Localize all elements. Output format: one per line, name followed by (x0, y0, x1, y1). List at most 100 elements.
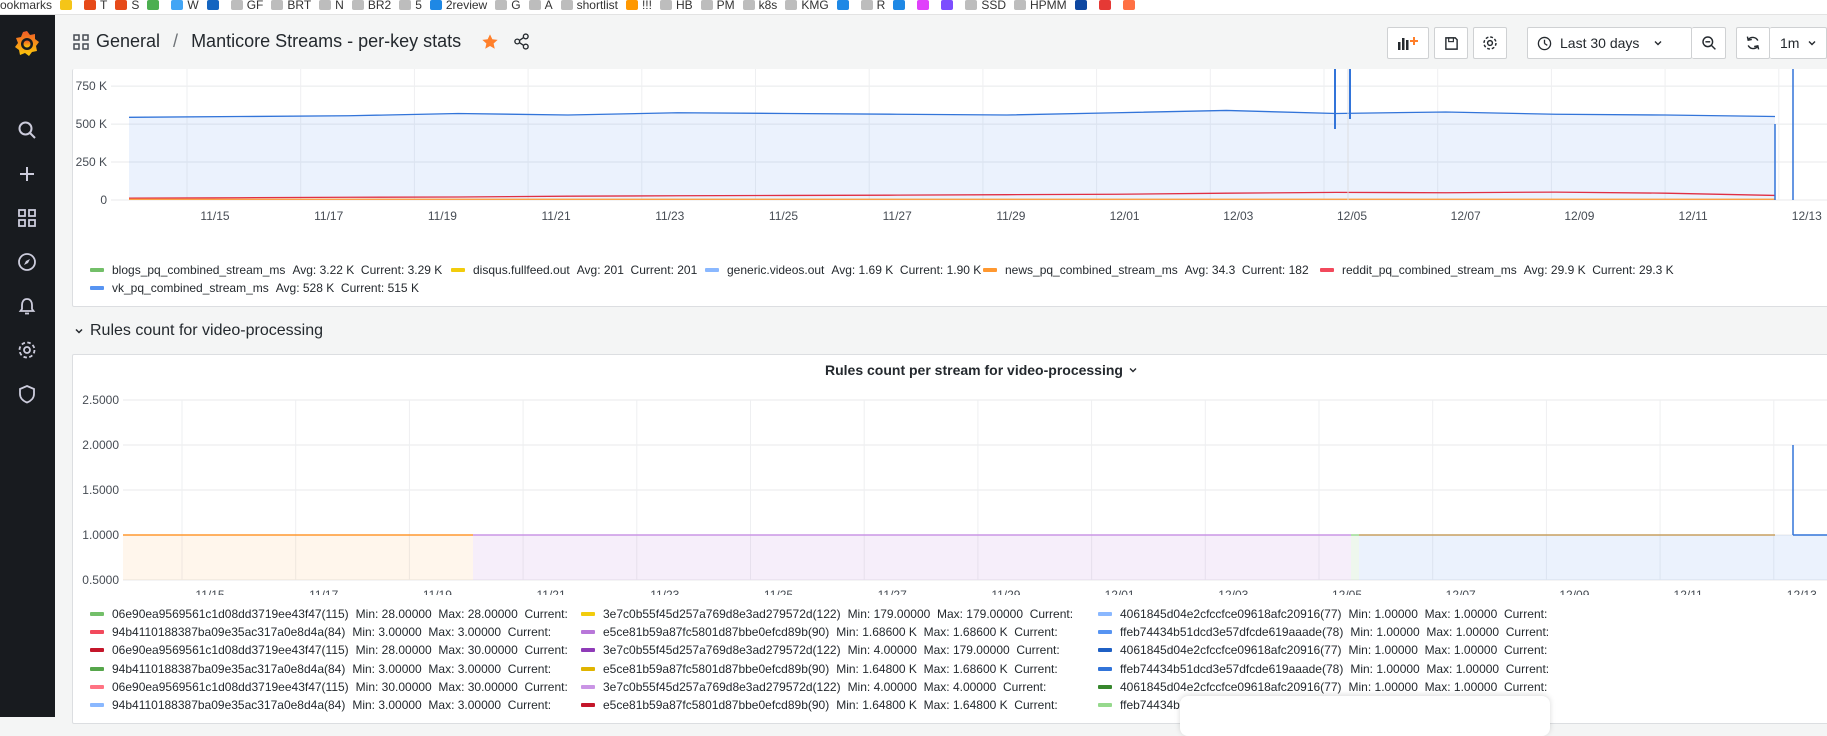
shield-icon[interactable] (13, 380, 41, 408)
bookmark-item[interactable]: PM (700, 0, 735, 11)
legend-item[interactable]: vk_pq_combined_stream_ms Avg: 528 K Curre… (90, 281, 419, 295)
bookmark-label: G (511, 0, 521, 12)
legend-swatch (90, 684, 104, 689)
refresh-button[interactable] (1736, 27, 1770, 59)
legend-item[interactable]: 94b4110188387ba09e35ac317a0e8d4a(84) Min:… (90, 662, 551, 676)
legend-swatch (581, 684, 595, 689)
plus-icon[interactable] (13, 160, 41, 188)
explore-icon[interactable] (13, 248, 41, 276)
bookmark-item[interactable] (941, 0, 957, 11)
grafana-logo-icon[interactable] (12, 29, 42, 59)
refresh-interval-picker[interactable]: 1m (1770, 27, 1827, 59)
bookmark-label: R (876, 0, 886, 12)
legend-series-stats: Min: 28.00000 Max: 28.00000 Current: (355, 607, 568, 621)
x-tick-label: 11/23 (650, 588, 679, 595)
legend-item[interactable]: disqus.fullfeed.out Avg: 201 Current: 201 (451, 263, 697, 277)
y-tick-label: 0 (100, 193, 107, 207)
bookmark-item[interactable] (917, 0, 933, 11)
bookmark-label: T (100, 0, 108, 12)
legend-swatch (90, 286, 104, 290)
legend-item[interactable]: 06e90ea9569561c1d08dd3719ee43f47(115) Min… (90, 607, 568, 621)
bookmark-icon (1122, 0, 1135, 10)
bookmark-item[interactable]: T (84, 0, 107, 11)
bookmark-label: S (131, 0, 140, 12)
legend-item[interactable]: blogs_pq_combined_stream_ms Avg: 3.22 K C… (90, 263, 442, 277)
bookmark-icon (60, 0, 73, 10)
dashboard-title[interactable]: Manticore Streams - per-key stats (191, 31, 461, 52)
bookmark-item[interactable]: HPMM (1014, 0, 1067, 11)
breadcrumb-folder-link[interactable]: General (96, 31, 160, 52)
settings-icon[interactable] (13, 336, 41, 364)
bookmark-label: HB (675, 0, 693, 12)
legend-item[interactable]: 3e7c0b55f45d257a769d8e3ad279572d(122) Min… (581, 607, 1073, 621)
bookmark-item[interactable]: A (528, 0, 553, 11)
legend-item[interactable]: e5ce81b59a87fc5801d87bbe0efcd89b(90) Min:… (581, 662, 1058, 676)
legend-item[interactable]: 3e7c0b55f45d257a769d8e3ad279572d(122) Min… (581, 643, 1060, 657)
legend-item[interactable]: 94b4110188387ba09e35ac317a0e8d4a(84) Min:… (90, 698, 551, 712)
bookmark-icon (429, 0, 442, 10)
legend-item[interactable]: e5ce81b59a87fc5801d87bbe0efcd89b(90) Min:… (581, 625, 1058, 639)
legend-item[interactable]: e5ce81b59a87fc5801d87bbe0efcd89b(90) Min:… (581, 698, 1058, 712)
legend-item[interactable]: news_pq_combined_stream_ms Avg: 34.3 Curr… (983, 263, 1309, 277)
time-range-label: Last 30 days (1560, 35, 1640, 51)
bookmark-item[interactable] (893, 0, 909, 11)
legend-item[interactable]: 06e90ea9569561c1d08dd3719ee43f47(115) Min… (90, 680, 568, 694)
legend-item[interactable]: 3e7c0b55f45d257a769d8e3ad279572d(122) Min… (581, 680, 1046, 694)
legend-series-name: e5ce81b59a87fc5801d87bbe0efcd89b(90) (603, 661, 830, 676)
bookmark-icon (917, 0, 930, 10)
bookmark-item[interactable]: 5 (399, 0, 422, 11)
share-icon[interactable] (513, 33, 530, 50)
alerting-icon[interactable] (13, 292, 41, 320)
bookmark-item[interactable] (1122, 0, 1139, 11)
streams-graph: 750 K 500 K 250 K 0 11/15 11/17 11/19 11/21 11/2… (76, 69, 1827, 223)
search-icon[interactable] (13, 116, 41, 144)
bookmark-item[interactable] (836, 0, 853, 11)
legend-item[interactable]: 94b4110188387ba09e35ac317a0e8d4a(84) Min:… (90, 625, 551, 639)
bookmark-item[interactable]: ookmarks (0, 0, 52, 11)
legend-item[interactable]: ffeb74434b51dcd3e57dfcde619aaade(78) Min:… (1098, 625, 1549, 639)
time-range-picker[interactable]: Last 30 days (1527, 27, 1692, 59)
bookmark-icon (84, 0, 97, 10)
legend-item[interactable]: ffeb74434b51dcd3e57dfcde619aaade(78) Min:… (1098, 662, 1549, 676)
y-tick-label: 1.0000 (82, 528, 119, 542)
bookmark-item[interactable] (206, 0, 223, 11)
bookmark-item[interactable]: SSD (965, 0, 1006, 11)
bookmark-item[interactable]: HB (659, 0, 693, 12)
bookmark-item[interactable]: BRT (271, 0, 311, 11)
bookmark-item[interactable] (60, 0, 76, 11)
legend-item[interactable]: reddit_pq_combined_stream_ms Avg: 29.9 K … (1320, 263, 1674, 277)
bookmark-item[interactable]: !!! (625, 0, 652, 11)
bookmark-item[interactable]: W (171, 0, 199, 11)
legend-item[interactable]: generic.videos.out Avg: 1.69 K Current: 1… (705, 263, 981, 277)
bookmark-item[interactable]: G (495, 0, 521, 12)
bookmark-item[interactable]: k8s (742, 0, 777, 11)
bookmark-item[interactable] (1098, 0, 1115, 11)
legend-swatch (581, 612, 595, 616)
add-panel-button[interactable] (1387, 27, 1429, 59)
bookmark-item[interactable] (1074, 0, 1091, 11)
bookmark-item[interactable]: R (860, 0, 886, 12)
bookmark-label: 5 (415, 0, 422, 12)
legend-item[interactable]: 4061845d04e2cfccfce09618afc20916(77) Min:… (1098, 607, 1547, 621)
legend-series-name: 06e90ea9569561c1d08dd3719ee43f47(115) (112, 679, 349, 694)
save-dashboard-button[interactable] (1434, 27, 1468, 59)
bookmark-item[interactable]: N (319, 0, 344, 11)
bookmark-item[interactable]: BR2 (351, 0, 391, 11)
bookmark-item[interactable]: shortlist (560, 0, 618, 11)
legend-series-name: blogs_pq_combined_stream_ms (112, 263, 286, 277)
legend-item[interactable]: 4061845d04e2cfccfce09618afc20916(77) Min:… (1098, 680, 1547, 694)
dashboards-icon[interactable] (13, 204, 41, 232)
bookmark-item[interactable]: S (115, 0, 139, 11)
legend-swatch (1098, 703, 1112, 707)
star-icon[interactable] (481, 33, 499, 51)
zoom-out-button[interactable] (1692, 27, 1726, 59)
legend-item[interactable]: 06e90ea9569561c1d08dd3719ee43f47(115) Min… (90, 643, 568, 657)
bookmark-item[interactable]: GF (230, 0, 263, 11)
bookmark-item[interactable]: KMG (785, 0, 829, 11)
dashboard-settings-button[interactable] (1473, 27, 1507, 59)
bookmark-item[interactable]: 2review (429, 0, 487, 11)
legend-item[interactable]: 4061845d04e2cfccfce09618afc20916(77) Min:… (1098, 643, 1547, 657)
row-header[interactable]: Rules count for video-processing (73, 322, 323, 340)
bookmark-item[interactable] (147, 0, 163, 11)
x-tick-label: 12/07 (1451, 209, 1481, 223)
